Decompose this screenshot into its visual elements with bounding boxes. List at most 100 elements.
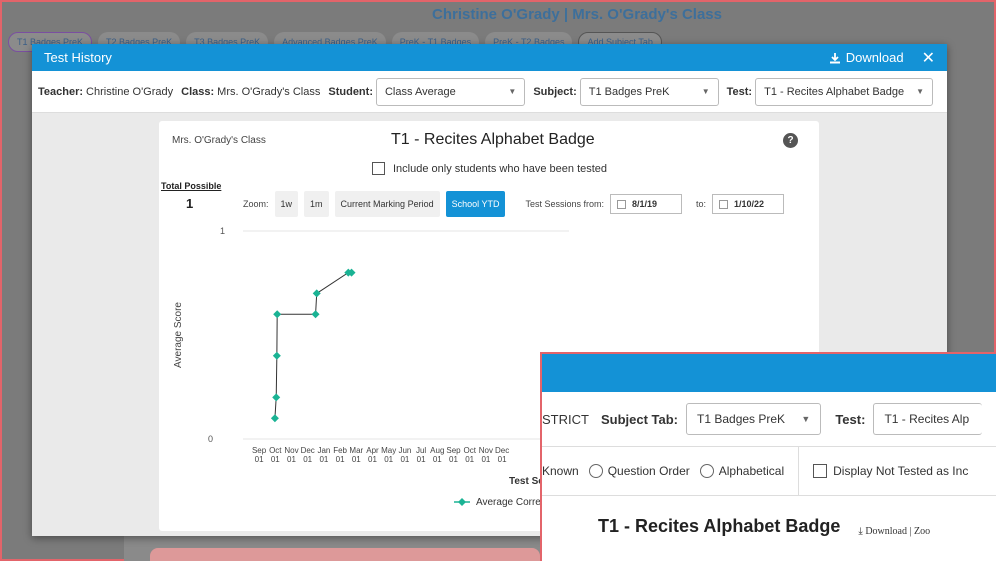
- from-date-value: 8/1/19: [631, 199, 658, 209]
- sort-known-fragment: Known: [542, 464, 579, 478]
- x-tick-label: Mar: [349, 446, 363, 455]
- question-order-label: Question Order: [607, 464, 690, 478]
- include-tested-row: Include only students who have been test…: [372, 162, 607, 175]
- modal-title: Test History: [44, 50, 112, 65]
- x-tick-label: 01: [287, 455, 296, 464]
- x-tick-label: Feb: [333, 446, 347, 455]
- test-history-chart: 10Average ScoreSep01Oct01Nov01Dec01Jan01…: [173, 226, 569, 508]
- modal2-title-row: T1 - Recites Alphabet Badge ⤓ Download |…: [542, 496, 996, 556]
- teacher-value: Christine O'Grady: [86, 85, 174, 98]
- calendar-icon: [616, 199, 626, 209]
- close-icon[interactable]: ✕: [922, 48, 935, 68]
- download-button[interactable]: Download: [829, 50, 904, 65]
- x-tick-label: 01: [319, 455, 328, 464]
- x-tick-label: 01: [352, 455, 361, 464]
- to-date-value: 1/10/22: [734, 199, 765, 209]
- x-tick-label: 01: [417, 455, 426, 464]
- x-tick-label: 01: [481, 455, 490, 464]
- class-value: Mrs. O'Grady's Class: [217, 85, 321, 98]
- sort-options-row: Known Question Order Alphabetical Displa…: [542, 446, 996, 496]
- x-tick-label: Jul: [416, 446, 426, 455]
- calendar-icon: [719, 199, 728, 209]
- y-tick-label: 1: [220, 226, 225, 236]
- x-tick-label: Nov: [479, 446, 493, 455]
- card-class-name: Mrs. O'Grady's Class: [172, 135, 266, 146]
- district-label-fragment: STRICT: [542, 411, 589, 427]
- sessions-from-label: Test Sessions from:: [525, 199, 604, 209]
- x-tick-label: 01: [336, 455, 345, 464]
- x-tick-label: Sep: [252, 446, 267, 455]
- x-tick-label: 01: [303, 455, 312, 464]
- display-not-tested-checkbox[interactable]: [813, 464, 828, 478]
- data-point: [311, 310, 320, 319]
- x-tick-label: 01: [498, 455, 507, 464]
- chevron-down-icon: ▼: [701, 87, 710, 96]
- data-point: [272, 351, 281, 360]
- legend-label: Average Correct: [476, 497, 549, 508]
- test-label: Test:: [726, 85, 753, 98]
- student-select-value: Class Average: [384, 85, 456, 98]
- bg-page-title: Christine O'Grady | Mrs. O'Grady's Class: [432, 6, 722, 23]
- x-tick-label: Sep: [446, 446, 461, 455]
- item-analysis-modal: STRICT Subject Tab: T1 Badges PreK ▼ Tes…: [540, 352, 996, 561]
- to-label: to:: [695, 199, 706, 209]
- divider: [798, 446, 800, 496]
- subject-tab-value: T1 Badges PreK: [697, 412, 786, 426]
- x-tick-label: Nov: [284, 446, 298, 455]
- download-label: Download: [845, 50, 904, 65]
- total-possible-label: Total Possible: [161, 181, 222, 191]
- modal2-test-value: T1 - Recites Alp: [884, 412, 970, 426]
- alphabetical-radio[interactable]: [699, 464, 714, 478]
- x-tick-label: 01: [384, 455, 393, 464]
- x-tick-label: 01: [433, 455, 442, 464]
- series-line-average-correct: [274, 272, 352, 419]
- x-tick-label: Oct: [463, 446, 476, 455]
- x-tick-label: 01: [449, 455, 458, 464]
- chevron-down-icon: ▼: [508, 87, 517, 96]
- x-tick-label: Aug: [430, 446, 444, 455]
- include-tested-checkbox[interactable]: [372, 162, 385, 175]
- modal2-test-select[interactable]: T1 - Recites Alp: [873, 403, 982, 435]
- subject-tab-label: Subject Tab:: [600, 411, 678, 427]
- modal2-header: [542, 354, 996, 392]
- test-select[interactable]: T1 - Recites Alphabet Badge ▼: [755, 77, 933, 106]
- filter-row: Teacher: Christine O'Grady Class: Mrs. O…: [32, 71, 947, 113]
- student-select[interactable]: Class Average ▼: [375, 77, 526, 106]
- subject-select-value: T1 Badges PreK: [588, 85, 670, 98]
- bg-pink-panel: [150, 548, 540, 561]
- teacher-label: Teacher:: [38, 85, 84, 98]
- zoom-1m-button[interactable]: 1m: [304, 191, 329, 217]
- subject-tab-select[interactable]: T1 Badges PreK ▼: [686, 403, 822, 435]
- zoom-1w-button[interactable]: 1w: [274, 191, 299, 217]
- download-zoom-links[interactable]: ⤓ Download | Zoo: [858, 526, 930, 537]
- x-tick-label: Apr: [366, 446, 379, 455]
- subject-select[interactable]: T1 Badges PreK ▼: [579, 77, 719, 106]
- download-zoom-text: Download | Zoo: [865, 525, 931, 537]
- zoom-marking-period-button[interactable]: Current Marking Period: [334, 191, 440, 217]
- chevron-down-icon: ▼: [916, 87, 924, 96]
- data-point: [272, 393, 281, 402]
- question-order-radio[interactable]: [588, 464, 603, 478]
- subject-label: Subject:: [533, 85, 577, 98]
- class-label: Class:: [181, 85, 215, 98]
- total-possible-value: 1: [186, 196, 194, 211]
- x-tick-label: Dec: [301, 446, 315, 455]
- x-tick-label: Oct: [269, 446, 282, 455]
- to-date-input[interactable]: 1/10/22: [712, 194, 784, 214]
- x-tick-label: May: [381, 446, 396, 455]
- data-point: [273, 310, 282, 319]
- chevron-down-icon: ▼: [801, 414, 811, 424]
- download-icon: [829, 52, 840, 63]
- from-date-input[interactable]: 8/1/19: [609, 194, 682, 214]
- legend-marker: [458, 498, 466, 506]
- help-icon[interactable]: ?: [783, 133, 798, 148]
- zoom-row: Zoom: 1w 1m Current Marking Period Schoo…: [243, 191, 784, 217]
- student-label: Student:: [328, 85, 373, 98]
- x-tick-label: Dec: [495, 446, 509, 455]
- modal2-title: T1 - Recites Alphabet Badge: [598, 515, 841, 536]
- x-tick-label: 01: [255, 455, 264, 464]
- zoom-school-ytd-button[interactable]: School YTD: [445, 191, 506, 217]
- data-point: [270, 414, 279, 423]
- modal2-test-label: Test:: [835, 411, 866, 427]
- alphabetical-label: Alphabetical: [718, 464, 785, 478]
